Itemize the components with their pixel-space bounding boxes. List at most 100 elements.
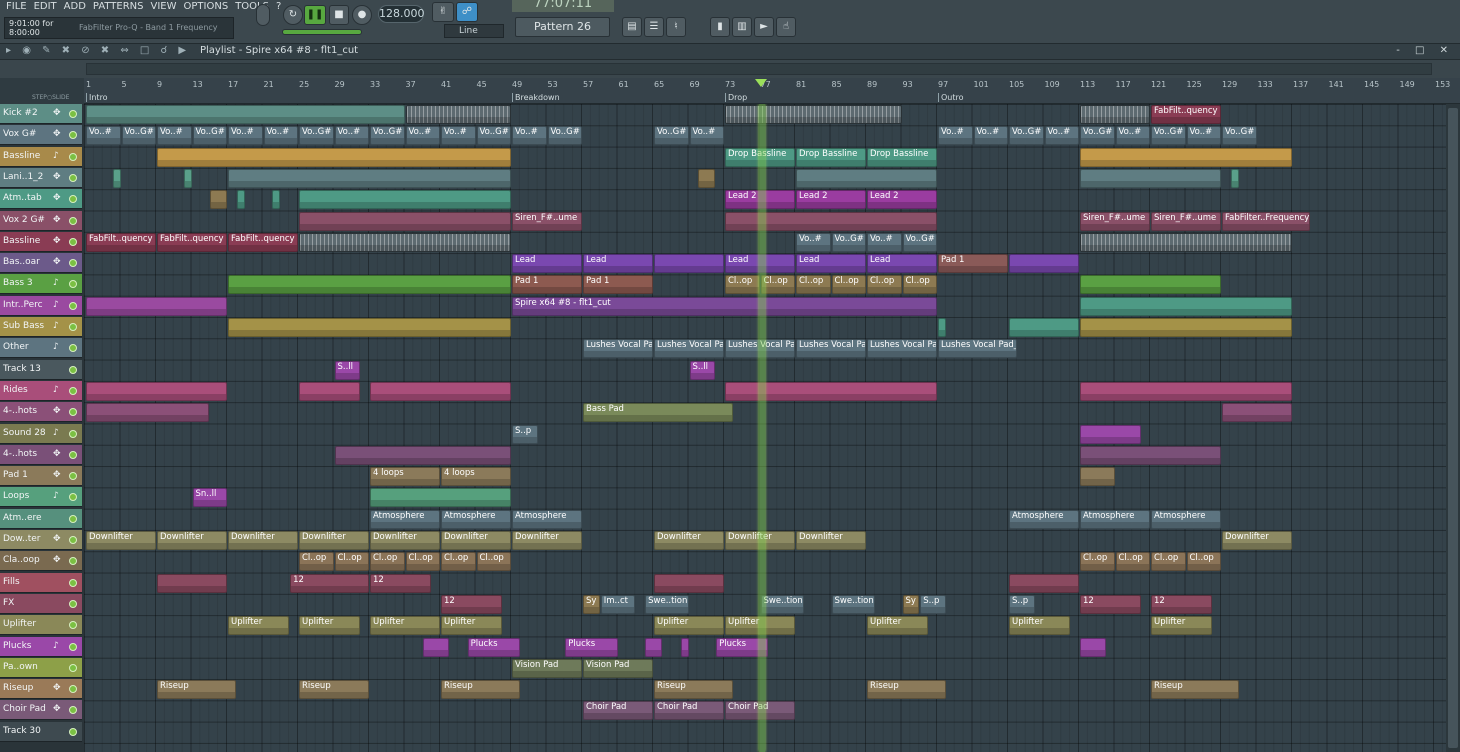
playlist-clip[interactable] [1080, 637, 1106, 657]
playlist-clip[interactable]: Riseup [1151, 680, 1239, 700]
playlist-clip[interactable] [299, 232, 511, 252]
playlist-clip[interactable]: Uplifter [654, 616, 724, 636]
playlist-clip[interactable]: Lushes Vocal Pa [796, 339, 866, 359]
playlist-clip[interactable] [272, 190, 281, 210]
track-mute-led-icon[interactable] [69, 216, 77, 225]
playlist-clip[interactable]: Vo..# [938, 126, 973, 146]
playlist-clip[interactable] [86, 105, 405, 124]
note-icon[interactable]: ♪ [53, 300, 59, 310]
playlist-clip[interactable]: 12 [441, 594, 503, 614]
playlist-clip[interactable] [1080, 381, 1292, 401]
playlist-clip[interactable] [1080, 105, 1150, 124]
tracks-icon[interactable]: ✥ [53, 406, 61, 416]
track-mute-led-icon[interactable] [69, 280, 77, 289]
song-time-display[interactable]: 77:07:11 [512, 0, 614, 12]
playlist-clip[interactable] [228, 318, 511, 337]
playlist-clip[interactable]: FabFilt..quency [86, 232, 156, 252]
playlist-clip[interactable]: Lead [583, 254, 653, 274]
track-header[interactable]: Fills [0, 572, 82, 593]
track-mute-led-icon[interactable] [69, 685, 77, 694]
playlist-clip[interactable]: Spire x64 #8 - flt1_cut [512, 296, 937, 316]
playlist-clip[interactable]: Vo..# [334, 126, 369, 146]
playlist-clip[interactable]: Bass Pad [583, 403, 733, 423]
playlist-clip[interactable]: Vo..# [228, 126, 263, 146]
playlist-clip[interactable]: S..ll [334, 360, 361, 380]
playlist-clip[interactable]: Uplifter [299, 616, 361, 636]
playlist-clip[interactable]: Riseup [157, 680, 236, 700]
track-mute-led-icon[interactable] [69, 536, 77, 544]
horizontal-scrollbar[interactable] [86, 63, 1432, 75]
playlist-clip[interactable]: Pad 1 [938, 254, 1008, 274]
note-icon[interactable]: ♪ [53, 385, 59, 395]
playlist-clip[interactable]: Vo..# [689, 126, 724, 146]
track-header[interactable]: Intr..Perc ♪ [0, 295, 82, 316]
track-header[interactable]: FX [0, 593, 82, 614]
note-icon[interactable]: ♪ [53, 321, 59, 331]
playlist-clip[interactable] [1080, 424, 1142, 444]
playlist-clip[interactable]: FabFilt..quency [157, 232, 227, 252]
playlist-clip[interactable]: Cl..op [334, 552, 369, 572]
playlist-clip[interactable]: Riseup [867, 680, 946, 700]
channel-rack-icon[interactable]: ☰ [644, 17, 664, 37]
playlist-clip[interactable]: Vo..G# [831, 232, 866, 252]
track-mute-led-icon[interactable] [69, 578, 77, 587]
playlist-clip[interactable]: Uplifter [1009, 616, 1071, 636]
playlist-clip[interactable]: Vo..G# [370, 126, 405, 146]
track-mute-led-icon[interactable] [69, 408, 77, 417]
track-mute-led-icon[interactable] [69, 323, 77, 331]
playlist-clip[interactable]: Atmosphere [512, 509, 582, 529]
menu-help[interactable]: ? [276, 1, 281, 12]
tracks-icon[interactable]: ✥ [53, 193, 61, 203]
playlist-clip[interactable]: Downlifter [86, 531, 156, 550]
track-header[interactable]: Lani..1_2 ✥ [0, 167, 82, 188]
time-marker[interactable]: Drop [725, 93, 747, 102]
timeline-ruler[interactable]: 1 5 9 13 17 21 25 29 33 37 41 45 49 53 57 61 65 69 73 77 81 8… [84, 78, 1460, 104]
playlist-clip[interactable]: Cl..op [1186, 552, 1221, 572]
playlist-clip[interactable] [157, 573, 227, 593]
playlist-clip[interactable]: Downlifter [796, 531, 866, 550]
track-mute-led-icon[interactable] [69, 110, 77, 118]
playlist-clip[interactable]: Cl..op [760, 275, 795, 295]
playlist-tools[interactable]: ▸ ◉ ✎ ✖ ⊘ ✖ ⇔ □ ☌ ▶ [6, 45, 190, 56]
track-mute-led-icon[interactable] [69, 237, 77, 246]
playlist-clip[interactable]: Vo..# [796, 232, 831, 252]
track-header[interactable]: Rides ♪ [0, 380, 82, 401]
playlist-clip[interactable]: 12 [290, 573, 369, 593]
track-header[interactable]: Other ♪ [0, 338, 82, 359]
playlist-clip[interactable]: Vo..# [867, 232, 902, 252]
track-mute-led-icon[interactable] [69, 599, 77, 608]
track-header[interactable]: Kick #2 ✥ [0, 104, 82, 124]
playlist-clip[interactable]: Lushes Vocal Pa [583, 339, 653, 359]
playlist-clip[interactable] [1080, 147, 1292, 167]
playlist-clip[interactable] [1080, 296, 1292, 316]
playlist-clip[interactable]: Downlifter [228, 531, 298, 550]
playlist-clip[interactable]: Vo..# [441, 126, 476, 146]
playlist-grid[interactable]: FabFilt..quency Vo..# Vo..G# Vo..# Vo..G# Vo.… [84, 104, 1446, 752]
playlist-clip[interactable] [1080, 232, 1292, 252]
pattern-song-slider[interactable] [282, 29, 362, 35]
window-buttons[interactable]: - □ ✕ [1396, 45, 1454, 56]
playlist-clip[interactable]: Lead [796, 254, 866, 274]
track-mute-led-icon[interactable] [69, 195, 77, 204]
tracks-icon[interactable]: ✥ [53, 683, 61, 693]
playlist-clip[interactable] [796, 168, 937, 188]
playlist-clip[interactable] [1080, 467, 1115, 487]
playlist-clip[interactable]: Atmosphere [1009, 509, 1079, 529]
playlist-clip[interactable]: Vo..G# [1080, 126, 1115, 146]
playlist-clip[interactable]: Drop Bassline [796, 147, 866, 167]
playlist-clip[interactable]: Downlifter [1222, 531, 1292, 550]
playlist-clip[interactable] [370, 381, 511, 401]
playlist-clip[interactable]: Vo..# [512, 126, 547, 146]
playlist-clip[interactable]: Vo..G# [1009, 126, 1044, 146]
playlist-clip[interactable]: Swe..tion [760, 594, 804, 614]
playlist-clip[interactable] [86, 381, 227, 401]
playlist-clip[interactable]: Cl..op [405, 552, 440, 572]
playlist-clip[interactable]: Cl..op [796, 275, 831, 295]
track-header[interactable]: Riseup ✥ [0, 679, 82, 700]
playlist-clip[interactable] [86, 296, 227, 316]
playlist-clip[interactable]: S..ll [689, 360, 716, 380]
track-header[interactable]: Vox 2 G# ✥ [0, 210, 82, 231]
playlist-clip[interactable]: Downlifter [157, 531, 227, 550]
playlist-clip[interactable]: Im..ct [600, 594, 636, 614]
note-icon[interactable]: ♪ [53, 342, 59, 352]
